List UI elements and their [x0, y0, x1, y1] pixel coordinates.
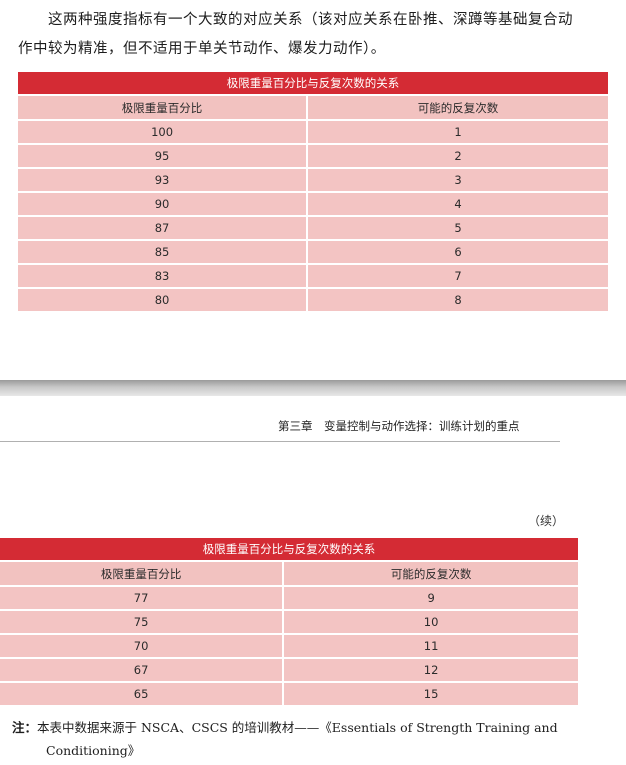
table-row: 80 8 [18, 287, 608, 311]
percentage-cell: 75 [0, 609, 285, 634]
column-header-percentage: 极限重量百分比 [18, 94, 309, 120]
table-row: 67 12 [0, 657, 578, 682]
column-header-reps: 可能的反复次数 [307, 94, 608, 120]
table-row: 93 3 [18, 167, 608, 192]
continued-label: （续） [528, 514, 565, 528]
running-header: 第三章 变量控制与动作选择：训练计划的重点 [278, 419, 520, 433]
reps-cell: 3 [307, 167, 608, 192]
table-row: 83 7 [18, 263, 608, 288]
table-header-row: 极限重量百分比 可能的反复次数 [0, 560, 578, 586]
reps-cell: 12 [283, 657, 578, 682]
table-row: 87 5 [18, 215, 608, 240]
note-text-line-2: Conditioning》 [46, 743, 141, 758]
percentage-cell: 90 [18, 191, 309, 216]
reps-cell: 10 [283, 609, 578, 634]
header-rule [0, 441, 560, 442]
percentage-reps-table: 极限重量百分比与反复次数的关系 极限重量百分比 可能的反复次数 100 1 95 2… [18, 72, 608, 311]
column-header-reps: 可能的反复次数 [283, 560, 578, 586]
percentage-cell: 80 [18, 287, 309, 311]
percentage-reps-table-continued: 极限重量百分比与反复次数的关系 极限重量百分比 可能的反复次数 77 9 75 10… [0, 538, 578, 705]
percentage-cell: 87 [18, 215, 309, 240]
table-title: 极限重量百分比与反复次数的关系 [0, 538, 578, 561]
reps-cell: 5 [307, 215, 608, 240]
column-header-percentage: 极限重量百分比 [0, 560, 285, 586]
table-row: 100 1 [18, 119, 608, 144]
percentage-cell: 85 [18, 239, 309, 264]
table-title: 极限重量百分比与反复次数的关系 [18, 72, 608, 95]
table-header-row: 极限重量百分比 可能的反复次数 [18, 94, 608, 120]
reps-cell: 9 [283, 585, 578, 610]
table-row: 85 6 [18, 239, 608, 264]
table-title-row: 极限重量百分比与反复次数的关系 [18, 72, 608, 95]
reps-cell: 2 [307, 143, 608, 168]
percentage-cell: 65 [0, 681, 285, 705]
intro-line-1: 这两种强度指标有一个大致的对应关系（该对应关系在卧推、深蹲等基础复合动 [48, 12, 573, 28]
percentage-cell: 77 [0, 585, 285, 610]
percentage-cell: 95 [18, 143, 309, 168]
table-title-row: 极限重量百分比与反复次数的关系 [0, 538, 578, 561]
reps-cell: 4 [307, 191, 608, 216]
intro-paragraph: 这两种强度指标有一个大致的对应关系（该对应关系在卧推、深蹲等基础复合动作中较为精… [18, 6, 618, 64]
table-row: 65 15 [0, 681, 578, 705]
percentage-cell: 70 [0, 633, 285, 658]
reps-cell: 7 [307, 263, 608, 288]
reps-cell: 8 [307, 287, 608, 311]
percentage-cell: 93 [18, 167, 309, 192]
intro-line-2: 作中较为精准，但不适用于单关节动作、爆发力动作）。 [18, 41, 386, 57]
reps-cell: 11 [283, 633, 578, 658]
reps-cell: 6 [307, 239, 608, 264]
note-label: 注： [12, 720, 38, 735]
reps-cell: 15 [283, 681, 578, 705]
page-gap-divider [0, 380, 626, 396]
table-row: 75 10 [0, 609, 578, 634]
reps-cell: 1 [307, 119, 608, 144]
upper-page: 这两种强度指标有一个大致的对应关系（该对应关系在卧推、深蹲等基础复合动作中较为精… [0, 0, 626, 380]
table-row: 70 11 [0, 633, 578, 658]
source-note: 注：本表中数据来源于 NSCA、CSCS 的培训教材——《Essentials … [12, 716, 612, 762]
table-row: 90 4 [18, 191, 608, 216]
table-row: 95 2 [18, 143, 608, 168]
percentage-cell: 67 [0, 657, 285, 682]
percentage-cell: 83 [18, 263, 309, 288]
table-row: 77 9 [0, 585, 578, 610]
note-text-line-1: 本表中数据来源于 NSCA、CSCS 的培训教材——《Essentials of… [37, 720, 558, 735]
percentage-cell: 100 [18, 119, 309, 144]
